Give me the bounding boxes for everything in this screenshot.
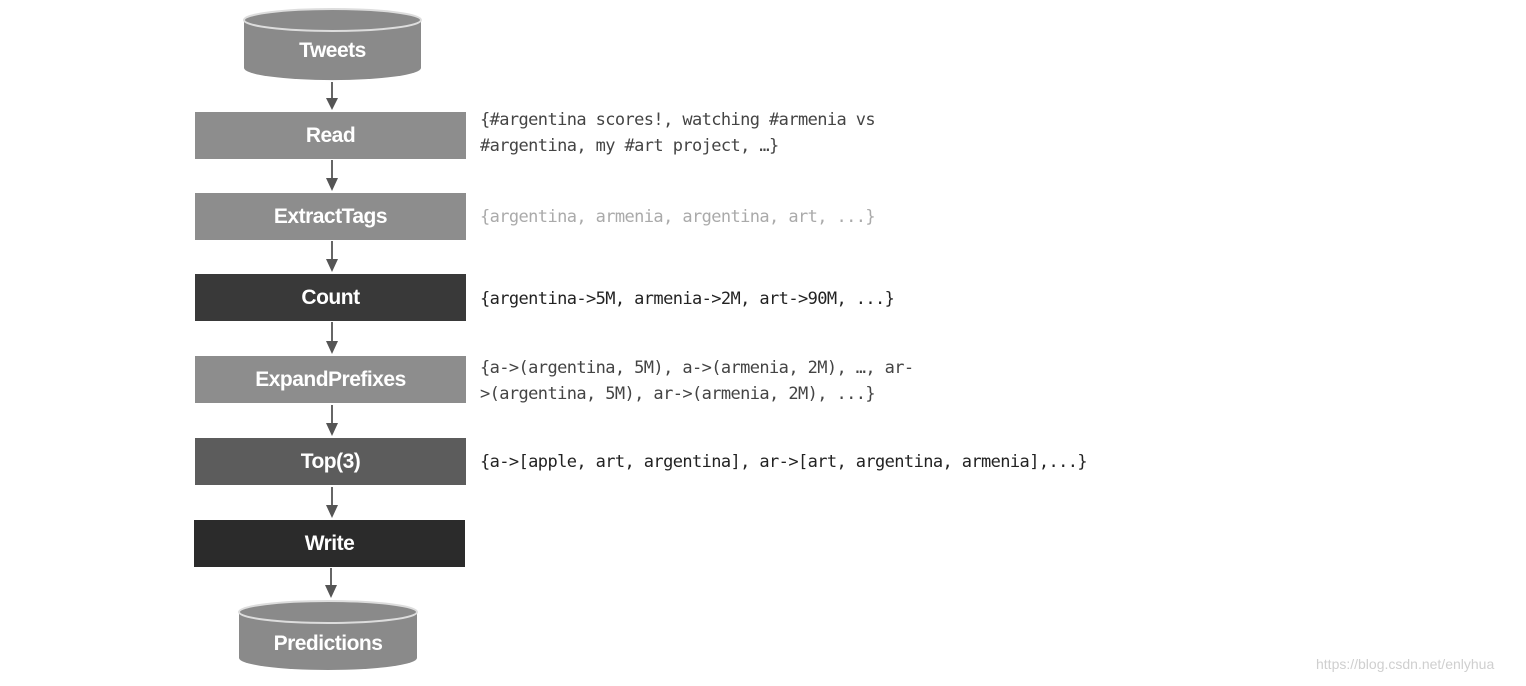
expand-prefixes-output-note: {a->(argentina, 5M), a->(armenia, 2M), …… — [480, 355, 914, 407]
predictions-sink-cylinder: Predictions — [238, 600, 418, 672]
note-line: #argentina, my #art project, …} — [480, 136, 779, 156]
watermark: https://blog.csdn.net/enlyhua — [1316, 656, 1495, 672]
note-line: {a->[apple, art, argentina], ar->[art, a… — [480, 452, 1088, 472]
tweets-label: Tweets — [299, 39, 366, 62]
arrow-down-icon — [326, 241, 338, 272]
step-top3: Top(3) — [195, 438, 466, 485]
note-line: >(argentina, 5M), ar->(armenia, 2M), ...… — [480, 384, 876, 404]
step-count: Count — [195, 274, 466, 321]
step-write: Write — [194, 520, 465, 567]
note-line: {a->(argentina, 5M), a->(armenia, 2M), …… — [480, 358, 914, 378]
top3-output-note: {a->[apple, art, argentina], ar->[art, a… — [480, 449, 1088, 475]
arrow-down-icon — [326, 160, 338, 191]
note-line: {#argentina scores!, watching #armenia v… — [480, 110, 876, 130]
arrow-down-icon — [326, 82, 338, 110]
tweets-source-cylinder: Tweets — [243, 8, 422, 82]
predictions-label: Predictions — [273, 632, 383, 655]
read-output-note: {#argentina scores!, watching #armenia v… — [480, 107, 876, 159]
step-expand-prefixes: ExpandPrefixes — [195, 356, 466, 403]
extract-tags-output-note: {argentina, armenia, argentina, art, ...… — [480, 204, 876, 230]
step-read: Read — [195, 112, 466, 159]
arrow-down-icon — [326, 487, 338, 518]
arrow-down-icon — [326, 405, 338, 436]
arrow-down-icon — [325, 568, 337, 598]
count-output-note: {argentina->5M, armenia->2M, art->90M, .… — [480, 286, 895, 312]
arrow-down-icon — [326, 322, 338, 354]
pipeline-diagram: Tweets Read {#argentina scores!, watchin… — [0, 0, 1526, 686]
note-line: {argentina, armenia, argentina, art, ...… — [480, 207, 876, 227]
step-extract-tags: ExtractTags — [195, 193, 466, 240]
note-line: {argentina->5M, armenia->2M, art->90M, .… — [480, 289, 895, 309]
